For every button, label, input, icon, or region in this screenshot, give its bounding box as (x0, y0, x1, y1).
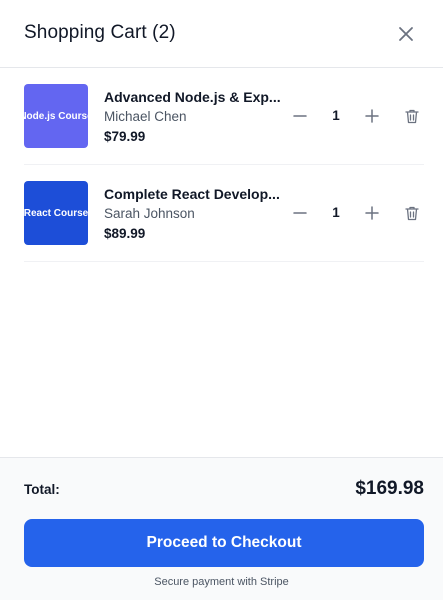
item-info: Complete React Develop... Sarah Johnson … (104, 185, 284, 243)
remove-item-button[interactable] (404, 205, 420, 221)
cart-items-list: Node.js Course Advanced Node.js & Exp...… (24, 68, 424, 262)
item-price: $89.99 (104, 226, 146, 241)
increase-quantity-button[interactable] (364, 205, 380, 221)
minus-icon (293, 115, 307, 117)
cart-item: Node.js Course Advanced Node.js & Exp...… (24, 68, 424, 165)
item-title: Advanced Node.js & Exp... (104, 89, 281, 105)
plus-icon (365, 109, 379, 123)
total-value: $169.98 (355, 478, 424, 499)
minus-icon (293, 212, 307, 214)
quantity-value: 1 (332, 108, 340, 123)
checkout-button[interactable]: Proceed to Checkout (24, 519, 424, 567)
thumbnail-label: React Course (24, 207, 88, 219)
course-thumbnail: React Course (24, 181, 88, 245)
item-title: Complete React Develop... (104, 186, 280, 202)
item-author: Sarah Johnson (104, 206, 195, 221)
trash-icon (405, 206, 419, 221)
cart-footer: Total: $169.98 Proceed to Checkout Secur… (0, 457, 443, 600)
close-button[interactable] (394, 22, 418, 46)
course-thumbnail: Node.js Course (24, 84, 88, 148)
cart-title: Shopping Cart (2) (24, 22, 176, 43)
total-label: Total: (24, 482, 60, 497)
cart-item: React Course Complete React Develop... S… (24, 165, 424, 262)
plus-icon (365, 206, 379, 220)
decrease-quantity-button[interactable] (292, 108, 308, 124)
cart-panel: Shopping Cart (2) Node.js Course Advance… (0, 0, 443, 600)
item-info: Advanced Node.js & Exp... Michael Chen $… (104, 88, 284, 146)
item-author: Michael Chen (104, 109, 187, 124)
increase-quantity-button[interactable] (364, 108, 380, 124)
item-price: $79.99 (104, 129, 146, 144)
trash-icon (405, 109, 419, 124)
remove-item-button[interactable] (404, 108, 420, 124)
thumbnail-label: Node.js Course (24, 110, 88, 122)
close-icon (399, 27, 413, 41)
quantity-value: 1 (332, 205, 340, 220)
secure-payment-note: Secure payment with Stripe (154, 576, 289, 588)
decrease-quantity-button[interactable] (292, 205, 308, 221)
cart-header: Shopping Cart (2) (0, 0, 443, 68)
